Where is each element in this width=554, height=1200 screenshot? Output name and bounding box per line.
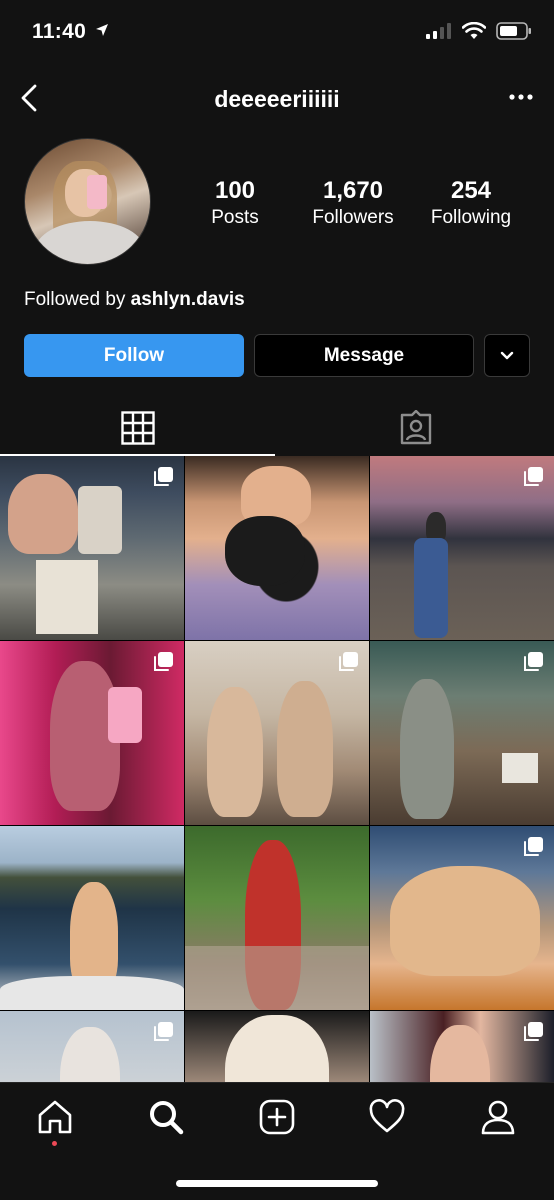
followed-by[interactable]: Followed by ashlyn.davis	[24, 289, 245, 311]
post-wall-shape	[185, 946, 369, 1010]
post-thumbnail[interactable]	[185, 826, 369, 1010]
multiple-photos-icon	[524, 1022, 543, 1041]
tab-tagged[interactable]	[277, 400, 554, 456]
post-figure-shape	[400, 679, 454, 819]
cellular-signal-icon	[426, 23, 451, 39]
status-bar: 11:40	[0, 0, 554, 60]
profile-username: deeeeeriiiiii	[214, 86, 340, 112]
status-icons	[426, 22, 532, 40]
post-thumbnail[interactable]	[0, 1011, 184, 1082]
follow-button[interactable]: Follow	[24, 334, 244, 377]
followers-count: 1,670	[322, 177, 384, 204]
post-figure-shape	[60, 1027, 120, 1082]
posts-count: 100	[214, 177, 256, 204]
tab-posts-grid[interactable]	[0, 400, 275, 456]
post-object-shape	[502, 753, 538, 783]
message-button[interactable]: Message	[254, 334, 474, 377]
post-thumbnail[interactable]	[370, 1011, 554, 1082]
home-icon	[38, 1100, 72, 1134]
avatar-phone-shape	[87, 175, 107, 209]
post-thumbnail[interactable]	[0, 456, 184, 640]
nav-search[interactable]	[146, 1097, 186, 1137]
new-post-icon	[259, 1099, 295, 1135]
heart-icon	[369, 1099, 405, 1133]
avatar-shirt-shape	[35, 221, 145, 264]
wifi-icon	[462, 22, 486, 39]
post-thumbnail[interactable]	[370, 456, 554, 640]
post-thumbnail[interactable]	[370, 641, 554, 825]
grid-icon	[120, 411, 155, 445]
following-stat[interactable]: 254 Following	[423, 177, 519, 229]
chevron-down-icon	[500, 351, 514, 359]
profile-avatar[interactable]	[24, 138, 151, 265]
more-horizontal-icon	[509, 94, 533, 100]
nav-new-post[interactable]	[257, 1097, 297, 1137]
post-figure-shape	[8, 474, 78, 554]
following-label: Following	[430, 207, 512, 228]
status-time: 11:40	[32, 20, 109, 44]
multiple-photos-icon	[524, 652, 543, 671]
followers-stat[interactable]: 1,670 Followers	[305, 177, 401, 229]
nav-home[interactable]	[35, 1097, 75, 1137]
multiple-photos-icon	[154, 1022, 173, 1041]
status-time-text: 11:40	[32, 20, 87, 43]
post-figure-body-shape	[414, 538, 448, 638]
tagged-icon	[400, 410, 431, 445]
post-figure-shape	[277, 681, 333, 817]
post-thumbnail[interactable]	[185, 1011, 369, 1082]
post-phone-shape	[108, 687, 142, 743]
post-thumbnail[interactable]	[185, 456, 369, 640]
multiple-photos-icon	[154, 467, 173, 486]
home-indicator[interactable]	[176, 1180, 378, 1187]
more-options-button[interactable]	[506, 84, 536, 110]
multiple-photos-icon	[339, 652, 358, 671]
post-figure-shape	[207, 687, 263, 817]
posts-label: Posts	[211, 207, 259, 228]
location-arrow-icon	[96, 24, 109, 36]
post-figure-shape	[225, 1015, 329, 1082]
nav-activity[interactable]	[367, 1097, 407, 1137]
multiple-photos-icon	[524, 467, 543, 486]
post-thumbnail[interactable]	[0, 826, 184, 1010]
suggested-accounts-button[interactable]	[484, 334, 530, 377]
post-figure-shape	[430, 1025, 490, 1082]
search-icon	[150, 1101, 184, 1135]
battery-icon	[496, 22, 531, 40]
following-count: 254	[450, 177, 492, 204]
followers-label: Followers	[312, 207, 394, 228]
post-pet-shape	[225, 516, 305, 586]
followed-by-user[interactable]: ashlyn.davis	[131, 289, 245, 310]
notification-dot	[52, 1141, 57, 1146]
posts-grid	[0, 456, 554, 1082]
followed-by-prefix: Followed by	[24, 289, 126, 310]
profile-icon	[481, 1100, 515, 1135]
post-figure-shape	[390, 866, 540, 976]
nav-profile[interactable]	[478, 1097, 518, 1137]
multiple-photos-icon	[524, 837, 543, 856]
post-object-shape	[36, 560, 98, 634]
multiple-photos-icon	[154, 652, 173, 671]
post-object-shape	[78, 486, 122, 554]
posts-stat[interactable]: 100 Posts	[204, 177, 266, 229]
post-thumbnail[interactable]	[185, 641, 369, 825]
profile-header: deeeeeriiiiii 100 Posts 1,670 Followers …	[0, 60, 554, 456]
post-boat-shape	[0, 976, 184, 1010]
post-thumbnail[interactable]	[370, 826, 554, 1010]
post-thumbnail[interactable]	[0, 641, 184, 825]
